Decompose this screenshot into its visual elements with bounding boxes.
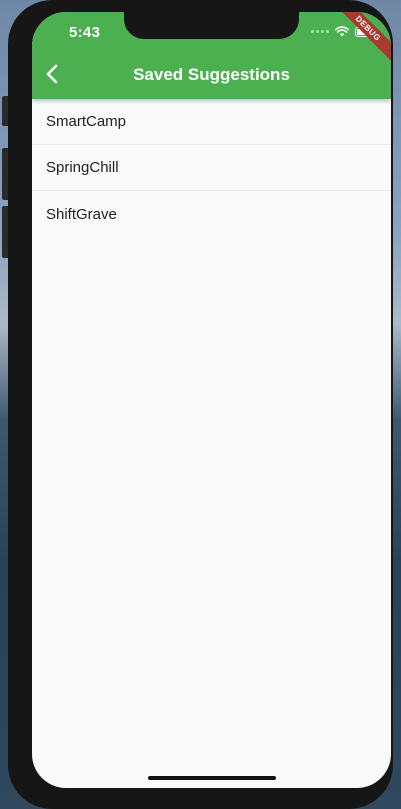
list-item[interactable]: SpringChill — [32, 145, 391, 191]
list-item[interactable]: SmartCamp — [32, 99, 391, 145]
app-bar: 5:43 Saved Suggestions DEBUG — [32, 12, 391, 99]
saved-suggestions-list: SmartCamp SpringChill ShiftGrave — [32, 99, 391, 237]
status-time: 5:43 — [69, 24, 101, 41]
device-screen: 5:43 Saved Suggestions DEBUG SmartCamp S… — [32, 12, 391, 788]
cellular-signal-icon — [311, 30, 329, 33]
list-item[interactable]: ShiftGrave — [32, 191, 391, 237]
phone-frame: 5:43 Saved Suggestions DEBUG SmartCamp S… — [8, 0, 393, 809]
home-indicator[interactable] — [148, 776, 276, 780]
notch — [124, 12, 299, 39]
debug-banner: DEBUG — [331, 12, 391, 65]
page-title: Saved Suggestions — [133, 65, 290, 84]
wifi-icon — [335, 26, 349, 37]
